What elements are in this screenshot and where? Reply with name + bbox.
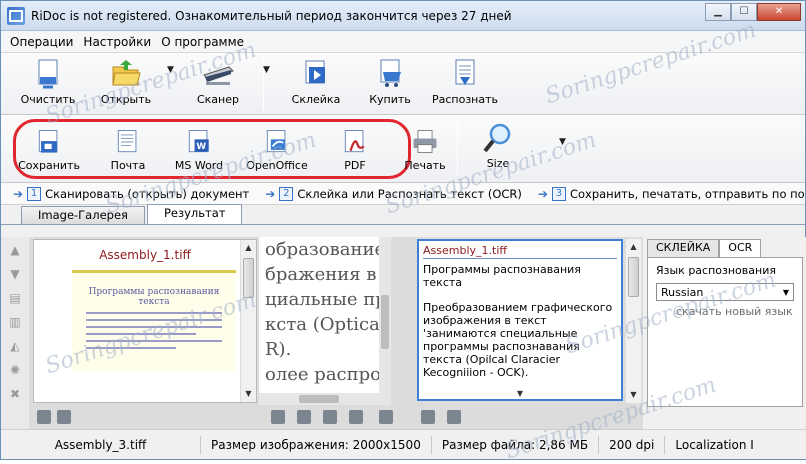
settings-panel: СКЛЕЙКА OCR Язык распознования Russian ▼…	[643, 237, 806, 429]
app-icon	[7, 6, 25, 25]
steps-bar: ➔ 1 Сканировать (открыть) документ ➔ 2 С…	[1, 183, 805, 205]
recognize-button[interactable]: Распознать	[432, 57, 498, 106]
arrow-right-icon: ➔	[265, 186, 276, 201]
thumbnail-panel: Assembly_1.tiff Программы распознавания …	[33, 239, 257, 403]
maximize-button[interactable]: ☐	[731, 2, 757, 21]
openoffice-icon	[266, 130, 286, 153]
delete-icon[interactable]: ✖	[8, 387, 22, 401]
paste-icon[interactable]: ▥	[8, 315, 22, 329]
status-dpi: 200 dpi	[599, 435, 666, 454]
mail-button[interactable]: Почта	[105, 127, 151, 172]
clear-button[interactable]: Очистить	[19, 57, 77, 106]
tab-gallery[interactable]: Image-Галерея	[21, 206, 145, 224]
menu-operations[interactable]: Операции	[5, 35, 78, 49]
move-down-icon[interactable]: ▼	[8, 267, 22, 281]
status-image-size: Размер изображения: 2000x1500	[201, 435, 432, 454]
size-button[interactable]: Size	[478, 121, 518, 170]
word-document-icon: W	[188, 130, 209, 153]
scan-preview[interactable]: образованием г бражения в тс циальные пр…	[259, 237, 391, 405]
text-view-icon[interactable]	[421, 410, 435, 424]
thumbnail-filename: Assembly_1.tiff	[99, 248, 191, 262]
zoom-icon[interactable]	[349, 410, 363, 424]
save-button[interactable]: Сохранить	[18, 127, 80, 172]
scanner-dropdown-icon[interactable]: ▼	[263, 65, 270, 75]
minimize-button[interactable]: ▁	[705, 2, 731, 21]
menu-bar: Операции Настройки О программе	[1, 31, 805, 53]
save-disk-icon	[38, 130, 58, 153]
window-title: RiDoc is not registered. Ознакомительный…	[31, 8, 512, 23]
mail-icon	[117, 130, 137, 153]
tab-ocr[interactable]: OCR	[719, 239, 762, 257]
clear-document-icon	[38, 59, 58, 89]
print-button[interactable]: Печать	[403, 127, 447, 172]
step-2[interactable]: ➔ 2 Склейка или Распознать текст (OCR)	[265, 186, 522, 201]
move-up-icon[interactable]: ▲	[8, 243, 22, 257]
view-mode-icon[interactable]	[37, 410, 51, 424]
thumbnail-heading: Программы распознавания текста	[88, 287, 220, 307]
close-button[interactable]: ✕	[757, 2, 801, 21]
zoom-icon[interactable]	[297, 410, 311, 424]
status-file-size: Размер файла: 2,86 МБ	[432, 435, 600, 454]
open-dropdown-icon[interactable]: ▼	[167, 65, 174, 75]
recognize-icon	[455, 59, 475, 85]
open-button[interactable]: Открыть	[95, 57, 157, 106]
download-language-link[interactable]: скачать новый язык	[676, 305, 794, 318]
rotate-icon[interactable]: ◭	[8, 339, 22, 353]
fit-page-icon[interactable]	[271, 410, 285, 424]
ocr-result-text[interactable]: Assembly_1.tiff Программы распознавания …	[417, 239, 623, 401]
open-folder-icon	[112, 60, 141, 86]
step-1[interactable]: ➔ 1 Сканировать (открыть) документ	[13, 186, 249, 201]
title-bar: RiDoc is not registered. Ознакомительный…	[1, 1, 805, 31]
view-mode-icon[interactable]	[57, 410, 71, 424]
arrow-right-icon: ➔	[13, 186, 24, 201]
arrow-right-icon: ➔	[537, 186, 548, 201]
size-dropdown-icon[interactable]: ▼	[559, 137, 566, 147]
thumbnail-image[interactable]: Программы распознавания текста	[72, 270, 236, 372]
view-toolbar	[29, 405, 641, 427]
pdf-button[interactable]: PDF	[333, 127, 377, 172]
zoom-icon[interactable]	[323, 410, 337, 424]
svg-text:W: W	[196, 142, 206, 152]
pdf-icon	[344, 130, 365, 153]
status-localization: Localization I	[675, 437, 754, 452]
workspace: ▲ ▼ ▤ ▥ ◭ ✺ ✖ Assembly_1.tiff Программы …	[1, 237, 806, 429]
msword-button[interactable]: W MS Word	[173, 127, 225, 172]
glue-button[interactable]: Склейка	[286, 57, 346, 106]
printer-icon	[413, 130, 437, 154]
status-filename: Assembly_3.tiff	[1, 435, 201, 454]
view-tabs: Image-Галерея Результат	[1, 204, 805, 225]
buy-button[interactable]: Купить	[360, 57, 420, 106]
thumbnail-scrollbar[interactable]: ▲ ▼	[240, 240, 256, 402]
left-tool-rail: ▲ ▼ ▤ ▥ ◭ ✺ ✖	[1, 237, 29, 429]
copy-icon[interactable]: ▤	[8, 291, 22, 305]
toolbar-export: Сохранить Почта W MS Word OpenOffice PDF…	[1, 115, 805, 183]
app-window: RiDoc is not registered. Ознакомительный…	[0, 0, 806, 464]
magnifier-icon	[483, 123, 511, 153]
menu-about[interactable]: О программе	[156, 35, 249, 49]
text-view-icon[interactable]	[447, 410, 461, 424]
ocr-scrollbar[interactable]: ▲ ▼	[625, 239, 641, 403]
tab-result[interactable]: Результат	[146, 204, 243, 224]
scanner-button[interactable]: Сканер	[187, 57, 249, 106]
ocr-body: Преобразованием графического изображения…	[423, 301, 613, 379]
chevron-down-icon: ▼	[782, 287, 789, 297]
scanner-icon	[203, 66, 234, 85]
ocr-title: Assembly_1.tiff	[423, 244, 617, 259]
language-select[interactable]: Russian ▼	[656, 283, 794, 301]
crop-icon[interactable]	[379, 410, 393, 424]
toolbar-main: Очистить Открыть ▼ Сканер ▼ Склейка Купи…	[1, 53, 805, 115]
status-bar: Assembly_3.tiff Размер изображения: 2000…	[1, 429, 806, 459]
openoffice-button[interactable]: OpenOffice	[245, 127, 309, 172]
menu-settings[interactable]: Настройки	[78, 35, 156, 49]
language-label: Язык распознования	[656, 264, 776, 277]
glue-film-icon	[305, 60, 325, 84]
tab-glue[interactable]: СКЛЕЙКА	[647, 239, 720, 257]
step-3[interactable]: ➔ 3 Сохранить, печатать, отправить по по…	[537, 186, 805, 201]
cart-icon	[380, 59, 401, 87]
settings-icon[interactable]: ✺	[8, 363, 22, 377]
ocr-line1: Программы распознавания текста	[423, 263, 581, 289]
